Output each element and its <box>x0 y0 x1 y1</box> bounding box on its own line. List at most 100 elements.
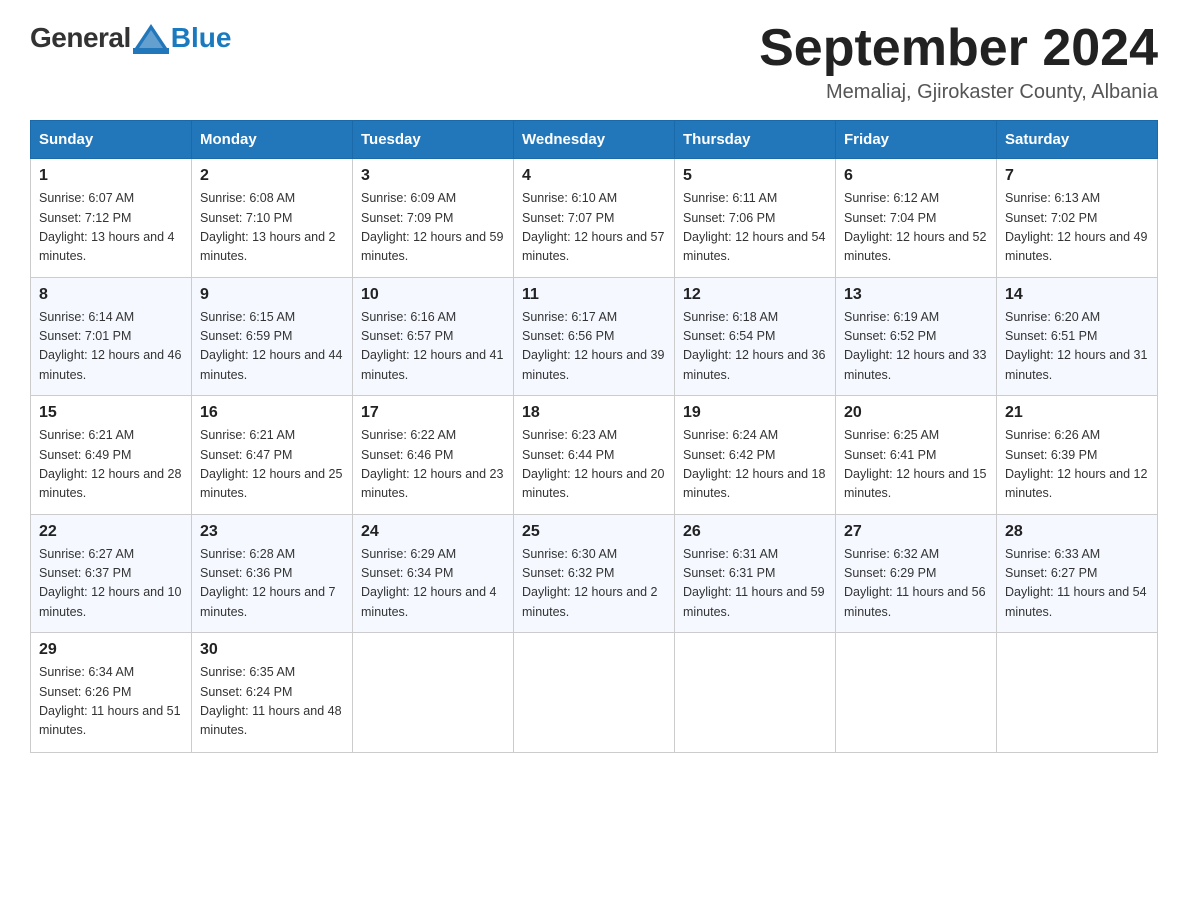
day-number: 19 <box>683 404 827 422</box>
calendar-cell: 21 Sunrise: 6:26 AMSunset: 6:39 PMDaylig… <box>997 396 1158 515</box>
day-info: Sunrise: 6:16 AMSunset: 6:57 PMDaylight:… <box>361 308 505 386</box>
day-info: Sunrise: 6:29 AMSunset: 6:34 PMDaylight:… <box>361 545 505 623</box>
day-number: 29 <box>39 641 183 659</box>
calendar-cell <box>675 633 836 753</box>
logo-general-text: General <box>30 22 131 54</box>
calendar-cell: 14 Sunrise: 6:20 AMSunset: 6:51 PMDaylig… <box>997 277 1158 396</box>
calendar-cell: 17 Sunrise: 6:22 AMSunset: 6:46 PMDaylig… <box>353 396 514 515</box>
day-number: 23 <box>200 523 344 541</box>
calendar-table: Sunday Monday Tuesday Wednesday Thursday… <box>30 120 1158 753</box>
day-number: 7 <box>1005 167 1149 185</box>
day-number: 24 <box>361 523 505 541</box>
col-friday: Friday <box>836 121 997 159</box>
calendar-cell: 20 Sunrise: 6:25 AMSunset: 6:41 PMDaylig… <box>836 396 997 515</box>
calendar-cell: 26 Sunrise: 6:31 AMSunset: 6:31 PMDaylig… <box>675 514 836 633</box>
day-info: Sunrise: 6:15 AMSunset: 6:59 PMDaylight:… <box>200 308 344 386</box>
day-number: 22 <box>39 523 183 541</box>
day-number: 17 <box>361 404 505 422</box>
header-row: Sunday Monday Tuesday Wednesday Thursday… <box>31 121 1158 159</box>
calendar-row-5: 29 Sunrise: 6:34 AMSunset: 6:26 PMDaylig… <box>31 633 1158 753</box>
day-info: Sunrise: 6:34 AMSunset: 6:26 PMDaylight:… <box>39 663 183 741</box>
day-number: 2 <box>200 167 344 185</box>
day-number: 10 <box>361 286 505 304</box>
day-info: Sunrise: 6:28 AMSunset: 6:36 PMDaylight:… <box>200 545 344 623</box>
calendar-cell: 13 Sunrise: 6:19 AMSunset: 6:52 PMDaylig… <box>836 277 997 396</box>
col-wednesday: Wednesday <box>514 121 675 159</box>
calendar-cell: 19 Sunrise: 6:24 AMSunset: 6:42 PMDaylig… <box>675 396 836 515</box>
calendar-cell: 28 Sunrise: 6:33 AMSunset: 6:27 PMDaylig… <box>997 514 1158 633</box>
day-number: 6 <box>844 167 988 185</box>
calendar-cell <box>514 633 675 753</box>
day-number: 16 <box>200 404 344 422</box>
day-number: 30 <box>200 641 344 659</box>
day-info: Sunrise: 6:24 AMSunset: 6:42 PMDaylight:… <box>683 426 827 504</box>
day-number: 8 <box>39 286 183 304</box>
day-info: Sunrise: 6:35 AMSunset: 6:24 PMDaylight:… <box>200 663 344 741</box>
day-info: Sunrise: 6:19 AMSunset: 6:52 PMDaylight:… <box>844 308 988 386</box>
day-number: 5 <box>683 167 827 185</box>
day-number: 21 <box>1005 404 1149 422</box>
calendar-cell: 4 Sunrise: 6:10 AMSunset: 7:07 PMDayligh… <box>514 159 675 278</box>
day-info: Sunrise: 6:11 AMSunset: 7:06 PMDaylight:… <box>683 189 827 267</box>
day-info: Sunrise: 6:26 AMSunset: 6:39 PMDaylight:… <box>1005 426 1149 504</box>
col-thursday: Thursday <box>675 121 836 159</box>
calendar-cell <box>353 633 514 753</box>
day-info: Sunrise: 6:10 AMSunset: 7:07 PMDaylight:… <box>522 189 666 267</box>
day-info: Sunrise: 6:30 AMSunset: 6:32 PMDaylight:… <box>522 545 666 623</box>
calendar-cell: 25 Sunrise: 6:30 AMSunset: 6:32 PMDaylig… <box>514 514 675 633</box>
calendar-cell: 12 Sunrise: 6:18 AMSunset: 6:54 PMDaylig… <box>675 277 836 396</box>
calendar-row-3: 15 Sunrise: 6:21 AMSunset: 6:49 PMDaylig… <box>31 396 1158 515</box>
day-number: 15 <box>39 404 183 422</box>
calendar-cell: 6 Sunrise: 6:12 AMSunset: 7:04 PMDayligh… <box>836 159 997 278</box>
day-info: Sunrise: 6:09 AMSunset: 7:09 PMDaylight:… <box>361 189 505 267</box>
calendar-row-2: 8 Sunrise: 6:14 AMSunset: 7:01 PMDayligh… <box>31 277 1158 396</box>
col-monday: Monday <box>192 121 353 159</box>
calendar-row-4: 22 Sunrise: 6:27 AMSunset: 6:37 PMDaylig… <box>31 514 1158 633</box>
calendar-cell: 3 Sunrise: 6:09 AMSunset: 7:09 PMDayligh… <box>353 159 514 278</box>
day-info: Sunrise: 6:12 AMSunset: 7:04 PMDaylight:… <box>844 189 988 267</box>
day-number: 12 <box>683 286 827 304</box>
calendar-cell: 30 Sunrise: 6:35 AMSunset: 6:24 PMDaylig… <box>192 633 353 753</box>
logo: General Blue <box>30 20 231 56</box>
calendar-cell: 29 Sunrise: 6:34 AMSunset: 6:26 PMDaylig… <box>31 633 192 753</box>
day-info: Sunrise: 6:07 AMSunset: 7:12 PMDaylight:… <box>39 189 183 267</box>
calendar-cell: 22 Sunrise: 6:27 AMSunset: 6:37 PMDaylig… <box>31 514 192 633</box>
day-info: Sunrise: 6:21 AMSunset: 6:49 PMDaylight:… <box>39 426 183 504</box>
calendar-cell: 27 Sunrise: 6:32 AMSunset: 6:29 PMDaylig… <box>836 514 997 633</box>
calendar-cell: 18 Sunrise: 6:23 AMSunset: 6:44 PMDaylig… <box>514 396 675 515</box>
month-title: September 2024 <box>759 20 1158 77</box>
day-info: Sunrise: 6:27 AMSunset: 6:37 PMDaylight:… <box>39 545 183 623</box>
calendar-cell: 10 Sunrise: 6:16 AMSunset: 6:57 PMDaylig… <box>353 277 514 396</box>
day-info: Sunrise: 6:17 AMSunset: 6:56 PMDaylight:… <box>522 308 666 386</box>
calendar-cell <box>997 633 1158 753</box>
calendar-cell: 15 Sunrise: 6:21 AMSunset: 6:49 PMDaylig… <box>31 396 192 515</box>
day-number: 9 <box>200 286 344 304</box>
calendar-body: 1 Sunrise: 6:07 AMSunset: 7:12 PMDayligh… <box>31 159 1158 753</box>
header-right: September 2024 Memaliaj, Gjirokaster Cou… <box>759 20 1158 104</box>
day-info: Sunrise: 6:13 AMSunset: 7:02 PMDaylight:… <box>1005 189 1149 267</box>
day-number: 25 <box>522 523 666 541</box>
day-info: Sunrise: 6:14 AMSunset: 7:01 PMDaylight:… <box>39 308 183 386</box>
calendar-cell: 9 Sunrise: 6:15 AMSunset: 6:59 PMDayligh… <box>192 277 353 396</box>
calendar-cell: 2 Sunrise: 6:08 AMSunset: 7:10 PMDayligh… <box>192 159 353 278</box>
day-info: Sunrise: 6:21 AMSunset: 6:47 PMDaylight:… <box>200 426 344 504</box>
day-info: Sunrise: 6:25 AMSunset: 6:41 PMDaylight:… <box>844 426 988 504</box>
day-number: 4 <box>522 167 666 185</box>
calendar-row-1: 1 Sunrise: 6:07 AMSunset: 7:12 PMDayligh… <box>31 159 1158 278</box>
day-info: Sunrise: 6:20 AMSunset: 6:51 PMDaylight:… <box>1005 308 1149 386</box>
day-number: 20 <box>844 404 988 422</box>
calendar-cell: 16 Sunrise: 6:21 AMSunset: 6:47 PMDaylig… <box>192 396 353 515</box>
page-header: General Blue September 2024 Memaliaj, Gj… <box>30 20 1158 104</box>
calendar-cell: 7 Sunrise: 6:13 AMSunset: 7:02 PMDayligh… <box>997 159 1158 278</box>
day-info: Sunrise: 6:23 AMSunset: 6:44 PMDaylight:… <box>522 426 666 504</box>
col-sunday: Sunday <box>31 121 192 159</box>
calendar-cell: 11 Sunrise: 6:17 AMSunset: 6:56 PMDaylig… <box>514 277 675 396</box>
col-saturday: Saturday <box>997 121 1158 159</box>
day-number: 27 <box>844 523 988 541</box>
day-number: 11 <box>522 286 666 304</box>
calendar-cell: 24 Sunrise: 6:29 AMSunset: 6:34 PMDaylig… <box>353 514 514 633</box>
calendar-cell: 8 Sunrise: 6:14 AMSunset: 7:01 PMDayligh… <box>31 277 192 396</box>
calendar-cell: 5 Sunrise: 6:11 AMSunset: 7:06 PMDayligh… <box>675 159 836 278</box>
calendar-header: Sunday Monday Tuesday Wednesday Thursday… <box>31 121 1158 159</box>
logo-icon <box>133 20 169 56</box>
